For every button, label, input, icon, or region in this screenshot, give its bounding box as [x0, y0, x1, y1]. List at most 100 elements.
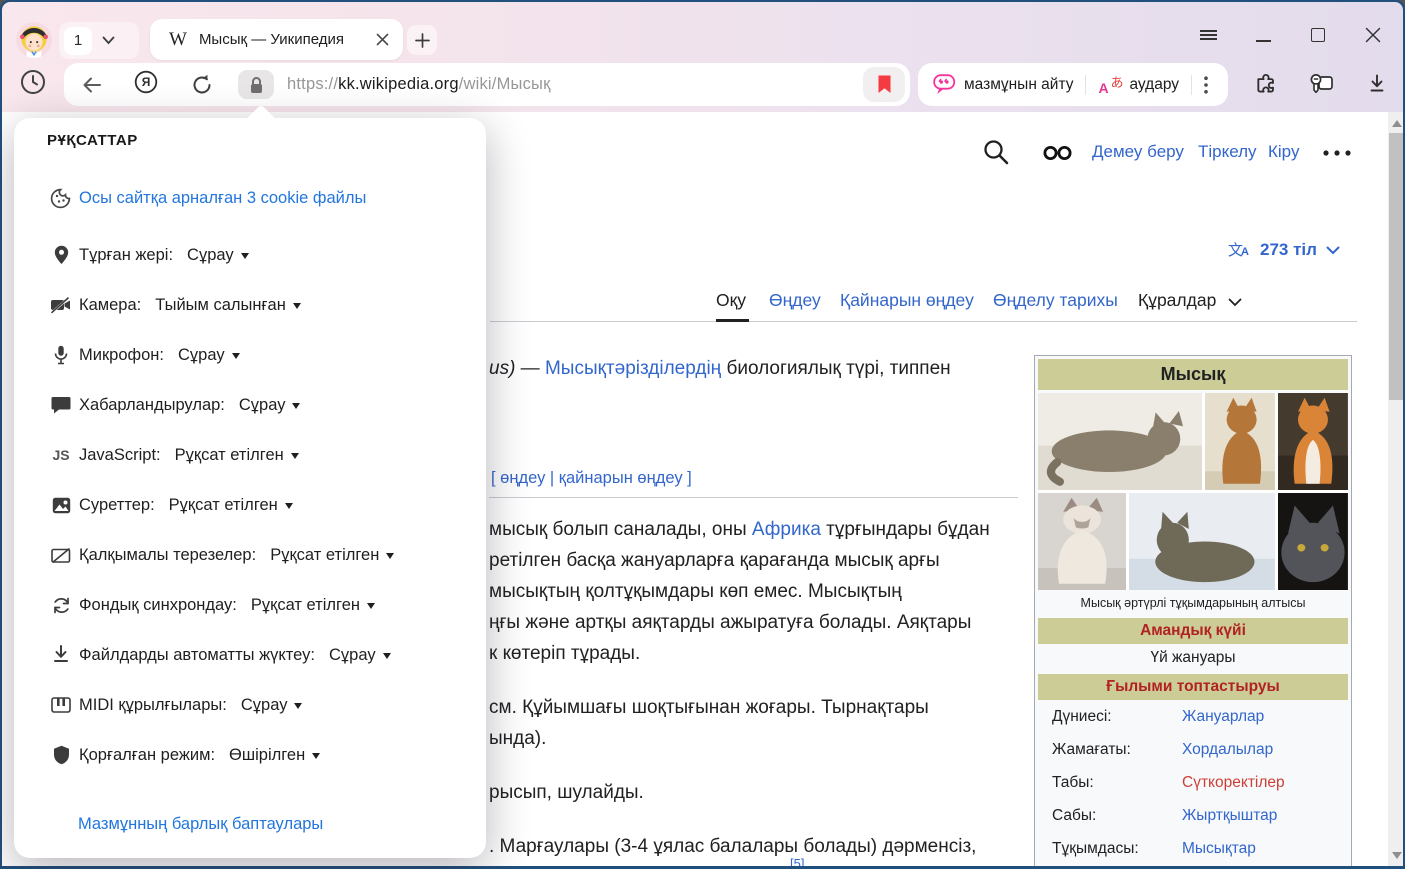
permission-row-background-sync: Фондық синхрондау: Рұқсат етілген — [50, 592, 375, 618]
reload-icon[interactable] — [190, 73, 214, 97]
taxonomy-row: Жамағаты: Хордалылар — [1038, 733, 1348, 766]
tab-edit-source[interactable]: Қайнарын өңдеу — [840, 290, 974, 311]
scrollbar-thumb[interactable] — [1389, 133, 1403, 400]
dropdown-caret-icon — [291, 453, 299, 463]
javascript-value-dropdown[interactable]: Рұқсат етілген — [175, 446, 299, 465]
africa-link[interactable]: Африка — [752, 519, 821, 540]
new-tab-button[interactable] — [407, 25, 437, 55]
javascript-icon: JS — [50, 447, 72, 463]
read-aloud-button[interactable]: мазмұнын айту — [933, 74, 1073, 95]
section-divider — [489, 497, 1018, 498]
header-more-icon[interactable] — [1322, 150, 1354, 156]
camera-value-dropdown[interactable]: Тыйым салынған — [155, 296, 301, 315]
cat-photo-ginger-white[interactable] — [1278, 393, 1348, 490]
cat-photo-grid — [1038, 393, 1348, 590]
popups-value-dropdown[interactable]: Рұқсат етілген — [270, 546, 394, 565]
page-scrollbar[interactable] — [1388, 112, 1403, 866]
location-value-dropdown[interactable]: Сұрау — [187, 246, 249, 265]
minimize-button[interactable] — [1246, 20, 1280, 50]
register-link[interactable]: Тіркелу — [1198, 142, 1257, 162]
tab-group-chip[interactable]: 1 — [59, 22, 139, 59]
window-menu-button[interactable] — [1191, 20, 1225, 50]
cat-photo-tabby-snow[interactable] — [1129, 493, 1275, 590]
chevron-down-icon — [102, 36, 115, 45]
downloads-button[interactable] — [1360, 67, 1394, 101]
cat-photo-abyssinian[interactable] — [1205, 393, 1275, 490]
passwords-button[interactable] — [1305, 67, 1339, 101]
close-window-button[interactable] — [1356, 20, 1390, 50]
dropdown-caret-icon — [386, 553, 394, 563]
auto-download-icon — [50, 645, 72, 665]
notifications-value-dropdown[interactable]: Сұрау — [239, 396, 301, 415]
site-permissions-button[interactable] — [238, 70, 274, 99]
permission-row-javascript: JS JavaScript: Рұқсат етілген — [50, 442, 299, 468]
profile-avatar[interactable] — [16, 22, 52, 58]
tab-tools[interactable]: Құралдар — [1138, 290, 1216, 311]
login-link[interactable]: Кіру — [1268, 142, 1299, 162]
tools-more-button[interactable] — [1204, 76, 1208, 94]
taxonomy-label: Тұқымдасы: — [1038, 840, 1182, 858]
microphone-value-dropdown[interactable]: Сұрау — [178, 346, 240, 365]
permission-row-midi: MIDI құрылғылары: Сұрау — [50, 692, 302, 718]
yandex-button[interactable]: Я — [134, 70, 158, 99]
tab-edit[interactable]: Өңдеу — [769, 290, 821, 311]
search-icon[interactable] — [982, 138, 1010, 166]
active-tab-underline — [716, 319, 749, 322]
taxonomy-value-link[interactable]: Мысықтар — [1182, 840, 1256, 858]
clock-icon — [19, 68, 47, 96]
permission-row-microphone: Микрофон: Сұрау — [50, 342, 240, 368]
history-button[interactable] — [17, 66, 49, 98]
background-sync-value-dropdown[interactable]: Рұқсат етілген — [251, 596, 375, 615]
section-edit-links[interactable]: [ өңдеу | қайнарын өңдеу ] — [491, 469, 692, 488]
tab-close-icon[interactable] — [376, 33, 389, 46]
cat-photo-lying-tabby[interactable] — [1038, 393, 1202, 490]
yandex-glyph: Я — [134, 70, 158, 94]
url-text[interactable]: https://kk.wikipedia.org/wiki/Мысық — [287, 75, 551, 94]
paragraph-line: см. Құйымшағы шоқтығынан жоғары. Тырнақт… — [489, 697, 929, 719]
cat-photo-siamese[interactable] — [1038, 493, 1126, 590]
auto-download-value-dropdown[interactable]: Сұрау — [329, 646, 391, 665]
divider — [1085, 75, 1086, 95]
dropdown-caret-icon — [241, 253, 249, 263]
language-selector[interactable]: 文 A 273 тіл — [1228, 239, 1340, 261]
bookmark-button[interactable] — [863, 67, 905, 102]
read-aloud-label: мазмұнын айту — [964, 76, 1073, 94]
plus-icon — [415, 33, 430, 48]
address-bar[interactable]: Я https://kk.wikipedia.org/wiki/Мысық — [64, 63, 910, 106]
kebab-menu-icon — [1204, 76, 1208, 94]
taxonomy-value-link[interactable]: Жыртқыштар — [1182, 807, 1277, 825]
maximize-icon — [1311, 28, 1325, 42]
translate-label: аудару — [1129, 76, 1179, 94]
appearance-glasses-icon[interactable] — [1042, 145, 1074, 161]
translate-button[interactable]: A あ аудару — [1098, 74, 1179, 96]
taxonomy-value-redlink[interactable]: Сүткоректілер — [1182, 774, 1285, 792]
maximize-button[interactable] — [1301, 20, 1335, 50]
images-value-dropdown[interactable]: Рұқсат етілген — [169, 496, 293, 515]
protected-content-value-dropdown[interactable]: Өшірілген — [229, 746, 320, 765]
paragraph-line: мысықтың қолтұқымдары көп емес. Мысықтың — [489, 581, 902, 603]
reference-link[interactable]: [5] — [790, 856, 804, 866]
taxonomy-row: Тұқымдасы: Мысықтар — [1038, 832, 1348, 865]
donate-link[interactable]: Демеу беру — [1092, 142, 1184, 162]
taxonomy-value-link[interactable]: Жануарлар — [1182, 708, 1264, 726]
url-path: /wiki/Мысық — [459, 75, 551, 93]
all-content-settings-link[interactable]: Мазмұнның барлық баптаулары — [78, 815, 323, 834]
tab-read[interactable]: Оқу — [716, 290, 746, 311]
browser-tab[interactable]: W Мысық — Уикипедия — [150, 19, 403, 60]
scroll-down-arrow[interactable] — [1392, 852, 1402, 859]
felidae-link[interactable]: Мысықтәрізділердің — [545, 358, 721, 379]
cookies-link[interactable]: Осы сайтқа арналған 3 cookie файлы — [79, 189, 366, 208]
language-count-label: 273 тіл — [1260, 240, 1317, 260]
tools-chevron-icon[interactable] — [1228, 298, 1242, 307]
midi-value-dropdown[interactable]: Сұрау — [241, 696, 303, 715]
dropdown-caret-icon — [232, 353, 240, 363]
taxonomy-value-link[interactable]: Хордалылар — [1182, 741, 1273, 759]
taxonomy-row: Дүниесі: Жануарлар — [1038, 700, 1348, 733]
background-sync-icon — [50, 596, 72, 615]
extensions-button[interactable] — [1250, 67, 1284, 101]
tab-history[interactable]: Өңделу тарихы — [993, 290, 1118, 311]
back-icon[interactable] — [80, 73, 104, 97]
key-card-icon — [1308, 72, 1336, 96]
scroll-up-arrow[interactable] — [1392, 120, 1402, 127]
cat-photo-gray[interactable] — [1278, 493, 1348, 590]
